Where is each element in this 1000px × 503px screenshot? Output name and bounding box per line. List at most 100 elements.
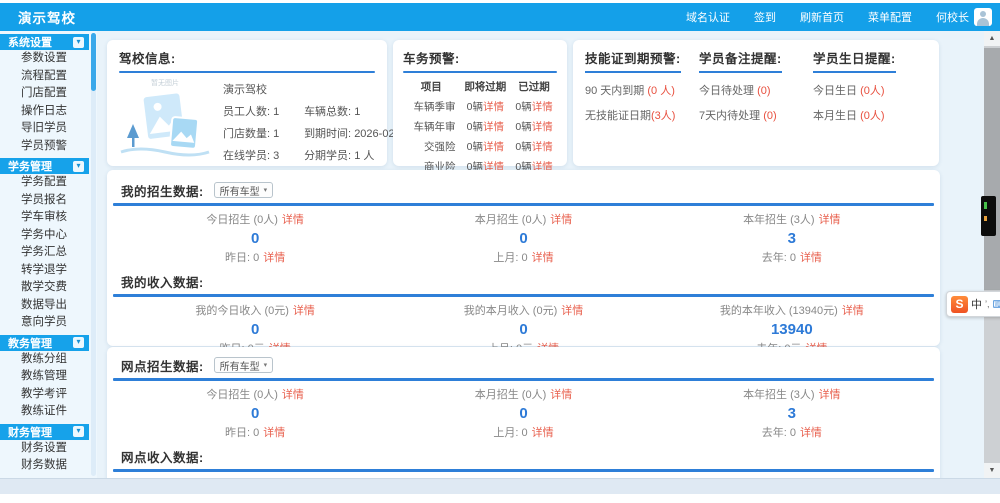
detail-link[interactable]: 详情 [532,427,554,439]
detail-link[interactable]: 详情 [483,141,504,153]
sidebar-scrollbar-thumb[interactable] [91,33,96,91]
ime-mode-toggle[interactable]: 中 [971,296,982,312]
sidebar-item-operation-log[interactable]: 操作日志 [0,103,97,121]
detail-link[interactable]: 详情 [263,427,285,439]
skill-cert-expiry-title: 技能证到期预警: [585,48,681,73]
vehicle-warning-title: 车务预警: [403,48,557,67]
count-value: 0辆 [467,101,483,113]
field-label: 车辆总数: [304,106,351,118]
chevron-down-icon[interactable]: ▾ [73,37,84,48]
detail-link[interactable]: 详情 [842,305,864,317]
detail-link[interactable]: 详情 [550,214,572,226]
sidebar-item-intent-students[interactable]: 意向学员 [0,314,97,332]
reminder-label: 7天内待处理 [699,110,763,122]
detail-link[interactable]: 详情 [819,389,841,401]
sidebar-item-import-old-students[interactable]: 导旧学员 [0,120,97,138]
detail-link[interactable]: 详情 [532,121,553,133]
detail-link[interactable]: 详情 [263,252,285,264]
vertical-scrollbar[interactable]: ▲ ▼ [984,31,1000,478]
keyboard-icon[interactable]: ⌨ [993,298,1000,311]
sidebar-section-header-finance[interactable]: 财务管理 ▾ [0,424,89,440]
birthday-reminder-block: 学员生日提醒: 今日生日 (0人) 本月生日 (0人) [813,48,927,158]
detail-link[interactable]: 详情 [819,214,841,226]
detail-link[interactable]: 详情 [282,389,304,401]
sign-in-link[interactable]: 签到 [754,9,776,25]
sidebar-item-process-config[interactable]: 流程配置 [0,68,97,86]
screen-tool-widget [981,196,996,236]
section-divider [113,203,934,206]
stat-value: 3 [658,405,926,423]
detail-link[interactable]: 详情 [293,305,315,317]
user-menu[interactable]: 何校长 [936,8,992,26]
sidebar-item-store-config[interactable]: 门店配置 [0,85,97,103]
detail-link[interactable]: 详情 [483,101,504,113]
stat-today-enroll: 今日招生 (0人)详情 0 昨日: 0详情 [121,213,389,265]
sidebar-item-affairs-summary[interactable]: 学务汇总 [0,244,97,262]
scrollbar-thumb[interactable] [984,48,1000,290]
detail-link[interactable]: 详情 [282,214,304,226]
domain-auth-link[interactable]: 域名认证 [686,9,730,25]
chevron-down-icon[interactable]: ▾ [73,426,84,437]
sidebar-item-coach-mgmt[interactable]: 教练管理 [0,368,97,386]
sogou-logo-icon[interactable]: S [951,296,968,313]
detail-link[interactable]: 详情 [532,141,553,153]
scroll-down-icon[interactable]: ▼ [984,463,1000,478]
stat-year-enroll: 本年招生 (3人)详情 3 去年: 0详情 [658,213,926,265]
vehicle-type-filter[interactable]: 所有车型 ▾ [214,357,274,373]
vehicle-type-filter[interactable]: 所有车型 ▾ [214,182,274,198]
sidebar-item-affairs-config[interactable]: 学务配置 [0,174,97,192]
reminder-value[interactable]: (0人) [860,110,884,122]
user-avatar-icon[interactable] [974,8,992,26]
reminder-value[interactable]: (0) [763,110,776,122]
refresh-home-link[interactable]: 刷新首页 [800,9,844,25]
sidebar-section-title: 财务管理 [8,424,52,440]
sidebar-item-finance-data[interactable]: 财务数据 [0,457,97,475]
sidebar-item-data-export[interactable]: 数据导出 [0,297,97,315]
menu-config-link[interactable]: 菜单配置 [868,9,912,25]
detail-link[interactable]: 详情 [532,252,554,264]
sidebar-item-student-alert[interactable]: 学员预警 [0,138,97,156]
detail-link[interactable]: 详情 [532,101,553,113]
sidebar-item-transfer-dropout[interactable]: 转学退学 [0,262,97,280]
sidebar-item-finance-settings[interactable]: 财务设置 [0,440,97,458]
sidebar-item-learning-audit[interactable]: 学车审核 [0,209,97,227]
sidebar-section-header-student-affairs[interactable]: 学务管理 ▾ [0,158,89,174]
sidebar-item-teaching-eval[interactable]: 教学考评 [0,386,97,404]
reminder-label: 无技能证日期 [585,110,651,122]
sidebar-section-header-teaching[interactable]: 教务管理 ▾ [0,335,89,351]
reminder-value[interactable]: (0) [757,85,770,97]
detail-link[interactable]: 详情 [561,305,583,317]
sidebar-item-student-enroll[interactable]: 学员报名 [0,192,97,210]
count-value: 0辆 [467,121,483,133]
col-header: 已过期 [511,77,557,96]
sidebar-item-affairs-center[interactable]: 学务中心 [0,227,97,245]
sidebar-section-header-system[interactable]: 系统设置 ▾ [0,34,89,50]
sidebar-section-title: 系统设置 [8,34,52,50]
field-value: 1 [273,106,279,118]
ime-toolbar[interactable]: S 中 ’, ⌨ [946,291,1000,317]
scroll-up-icon[interactable]: ▲ [984,31,1000,46]
detail-link[interactable]: 详情 [483,121,504,133]
detail-link[interactable]: 详情 [800,427,822,439]
count-value: 0辆 [467,141,483,153]
branch-stats-card: 网点招生数据: 所有车型 ▾ 今日招生 (0人)详情 0 昨日: 0详情 本月招… [107,347,940,478]
field-label: 分期学员: [304,150,351,162]
reminder-value[interactable]: (0 人) [647,85,675,97]
reminder-value[interactable]: (0人) [860,85,884,97]
sidebar-item-coach-certs[interactable]: 教练证件 [0,403,97,421]
reminder-label: 90 天内到期 [585,85,647,97]
reminder-value[interactable]: (3人) [651,110,675,122]
count-value: 0辆 [515,101,531,113]
detail-link[interactable]: 详情 [550,389,572,401]
chevron-down-icon[interactable]: ▾ [73,337,84,348]
chevron-down-icon[interactable]: ▾ [73,161,84,172]
chevron-down-icon: ▾ [264,361,268,369]
sidebar-item-coach-group[interactable]: 教练分组 [0,351,97,369]
section-divider [113,294,934,297]
sidebar-scrollbar[interactable] [91,33,96,476]
ime-punctuation-toggle[interactable]: ’, [985,299,990,309]
sidebar-item-casual-payment[interactable]: 散学交费 [0,279,97,297]
app-title: 演示驾校 [0,7,76,27]
detail-link[interactable]: 详情 [800,252,822,264]
sidebar-item-param-settings[interactable]: 参数设置 [0,50,97,68]
